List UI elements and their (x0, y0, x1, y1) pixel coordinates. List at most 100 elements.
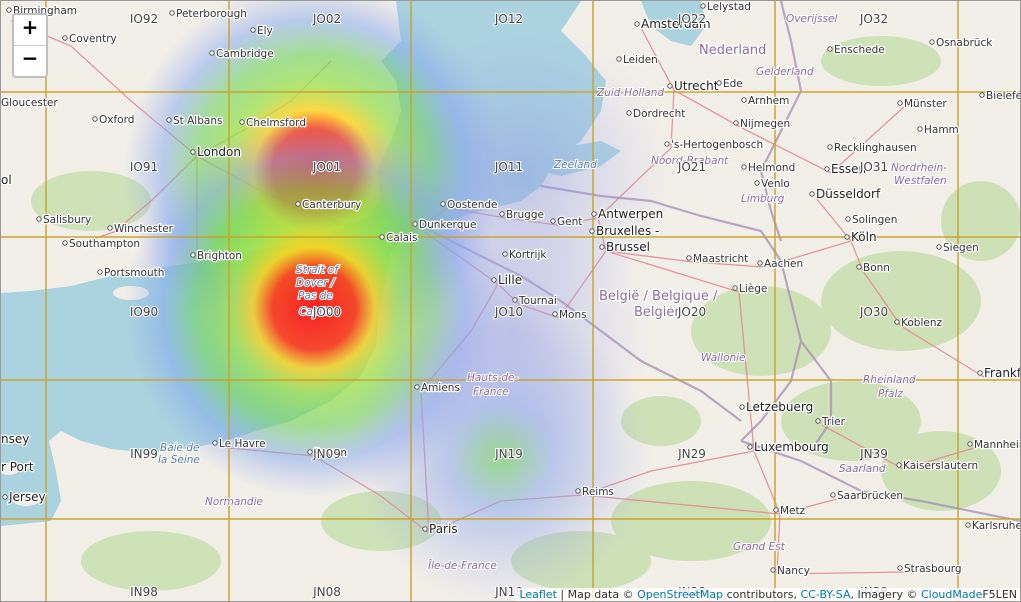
city-marker-icon (307, 449, 313, 455)
city-marker-icon (856, 264, 862, 270)
map-tiles[interactable]: Nederland België / Belgique /Belgien Over… (1, 1, 1020, 601)
city-label: Mons (559, 309, 587, 321)
city-label: Chelmsford (246, 117, 306, 129)
city-label: Tournai (518, 295, 557, 307)
zoom-in-button[interactable]: + (14, 15, 46, 45)
region-label: Overijssel (786, 13, 837, 25)
country-label: Nederland (699, 43, 766, 58)
city-marker-icon (499, 211, 505, 217)
zoom-out-button[interactable]: − (14, 45, 46, 76)
city-label: Ely (257, 25, 273, 37)
city-marker-icon (379, 234, 385, 240)
city-marker-icon (741, 97, 747, 103)
city-label: Kaiserslautern (903, 460, 978, 472)
city-marker-icon (830, 492, 836, 498)
region-label: Grand Est (733, 541, 786, 553)
city-label: Bonn (863, 262, 890, 274)
region-label: Pas de (298, 290, 333, 302)
city-label: Luxembourg (754, 440, 829, 454)
city-marker-icon (616, 56, 622, 62)
city-label: r Port (1, 460, 34, 474)
city-label: Portsmouth (104, 267, 164, 279)
city-label: Gent (557, 216, 582, 228)
city-marker-icon (626, 110, 632, 116)
grid-square-label: JO31 (859, 160, 888, 174)
city-marker-icon (212, 440, 218, 446)
city-marker-icon (552, 311, 558, 317)
city-marker-icon (412, 221, 418, 227)
city-label: Maastricht (693, 253, 748, 265)
region-label: Île-de-France (428, 559, 497, 572)
city-label: Amiens (421, 382, 460, 394)
city-marker-icon (591, 211, 597, 217)
grid-square-label: JO20 (677, 305, 706, 319)
city-marker-icon (773, 507, 779, 513)
city-label: Dunkerque (419, 219, 476, 231)
city-marker-icon (936, 244, 942, 250)
grid-square-label: JN08 (312, 585, 341, 599)
grid-square-label: IO90 (130, 305, 158, 319)
grid-square-label: JN09 (312, 447, 341, 461)
city-label: Münster (904, 98, 947, 110)
city-label: Peterborough (176, 8, 247, 20)
city-label: Salisbury (43, 214, 91, 226)
city-marker-icon (62, 35, 68, 41)
city-marker-icon (239, 119, 245, 125)
grid-square-label: JN29 (677, 447, 706, 461)
attribution-bar: Leaflet | Map data © OpenStreetMap contr… (516, 588, 1020, 601)
city-label: Letzebuerg (746, 400, 813, 414)
grid-square-label: JO22 (677, 12, 706, 26)
cc-by-sa-link[interactable]: CC-BY-SA (801, 588, 851, 601)
grid-square-label: JO11 (494, 160, 523, 174)
city-marker-icon (166, 117, 172, 123)
city-marker-icon (414, 384, 420, 390)
region-label: Nordrhein- (891, 162, 947, 174)
city-label: Frankfurt (984, 366, 1020, 380)
city-label: ol (1, 173, 12, 187)
city-label: Mannheim (974, 439, 1020, 451)
city-marker-icon (250, 27, 256, 33)
region-label: Strait of (296, 264, 340, 276)
grid-square-label: IO92 (130, 12, 158, 26)
city-label: Hamm (924, 124, 959, 136)
grid-square-label: IN99 (130, 447, 158, 461)
city-label: Düsseldorf (816, 187, 881, 201)
city-marker-icon (589, 228, 595, 234)
city-marker-icon (897, 100, 903, 106)
osm-link[interactable]: OpenStreetMap (637, 588, 723, 601)
city-marker-icon (977, 370, 983, 376)
city-marker-icon (686, 255, 692, 261)
region-label: Pfalz (878, 388, 903, 400)
city-marker-icon (824, 166, 830, 172)
city-label: Karlsruhe (972, 520, 1020, 532)
city-label: Southampton (69, 238, 140, 250)
region-label: la Seine (158, 454, 200, 466)
city-label: nsey (1, 432, 29, 446)
leaflet-link[interactable]: Leaflet (519, 588, 556, 601)
city-marker-icon (741, 164, 747, 170)
city-label: Siegen (943, 242, 979, 254)
city-label: Reims (582, 486, 614, 498)
city-label: Oxford (99, 114, 134, 126)
city-label: Antwerpen (598, 207, 663, 221)
city-marker-icon (36, 216, 42, 222)
city-marker-icon (97, 269, 103, 275)
city-label: Calais (386, 232, 418, 244)
map-container[interactable]: Nederland België / Belgique / Belgien Over… (0, 0, 1021, 602)
city-marker-icon (917, 126, 923, 132)
city-label: Winchester (114, 223, 174, 235)
region-label: Baie de (160, 442, 199, 454)
city-marker-icon (422, 526, 428, 532)
region-label: Saarland (839, 463, 886, 475)
attribution-sep3: , Imagery © (850, 588, 921, 601)
city-marker-icon (894, 319, 900, 325)
region-label: Hauts-de- (467, 372, 518, 384)
grid-square-label: JN39 (859, 447, 888, 461)
cloudmade-link[interactable]: CloudMade (921, 588, 982, 601)
city-label: Leiden (623, 54, 658, 66)
city-marker-icon (440, 201, 446, 207)
city-marker-icon (716, 80, 722, 86)
attribution-sep1: | Map data © (556, 588, 638, 601)
city-marker-icon (209, 50, 215, 56)
city-label: Canterbury (302, 199, 361, 211)
